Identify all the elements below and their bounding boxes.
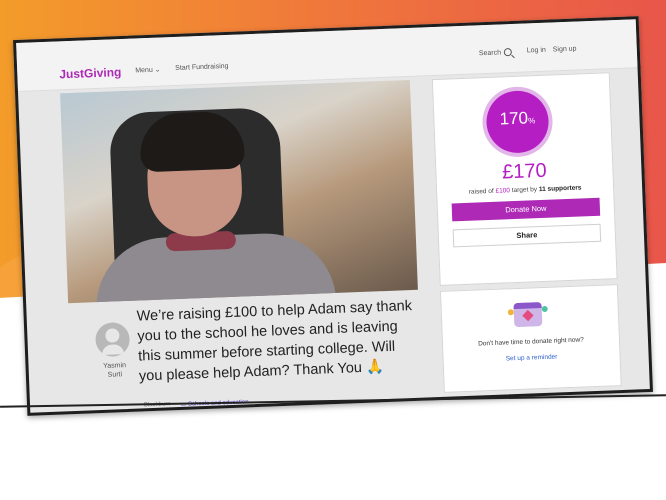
donation-panel: 170% £170 raised of £100 target by 11 su… [431,72,618,286]
reminder-text: Don't have time to donate right now? [478,336,584,348]
screenshot-card: JustGiving Menu ⌄ Start Fundraising Sear… [13,16,653,416]
search-link[interactable]: Search [478,48,513,57]
menu-label: Menu [135,66,153,75]
story-text: We’re raising £100 to help Adam say than… [136,298,413,385]
raised-prefix: raised of [468,187,494,196]
reminder-link[interactable]: Set up a reminder [444,351,620,365]
target-amount: £100 [495,187,511,195]
reminder-panel: Don't have time to donate right now? Set… [439,284,622,393]
progress-percent: 170% [486,108,549,130]
raised-amount: £170 [501,159,548,184]
login-link[interactable]: Log in [527,47,546,55]
signup-link[interactable]: Sign up [553,46,577,54]
percent-sign: % [527,116,536,126]
fundraiser-photo [60,79,418,304]
share-button[interactable]: Share [452,223,602,248]
calendar-decor-dot [541,305,548,313]
raised-mid: target by [511,186,538,195]
justgiving-logo[interactable]: JustGiving [59,65,122,81]
author-last: Surti [107,371,123,379]
percent-value: 170 [499,108,529,129]
avatar[interactable] [94,321,131,358]
user-icon [105,328,120,343]
author-name: Yasmin Surti [94,361,135,381]
menu-link[interactable]: Menu ⌄ [135,66,161,75]
progress-circle: 170% [485,89,550,155]
search-icon [503,48,513,57]
supporters-count: 11 supporters [538,184,582,194]
chevron-down-icon: ⌄ [154,66,161,74]
calendar-icon [507,296,548,330]
search-label: Search [478,48,502,57]
user-icon-body [101,344,125,355]
start-fundraising-link[interactable]: Start Fundraising [175,63,229,72]
calendar-top [513,302,542,310]
donate-now-button[interactable]: Donate Now [451,197,601,222]
